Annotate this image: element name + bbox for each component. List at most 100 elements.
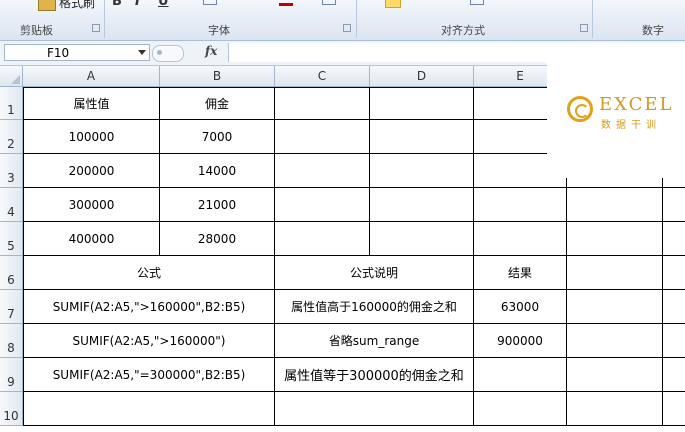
row-header-7[interactable]: 7 — [0, 290, 23, 324]
column-header-d[interactable]: D — [370, 66, 474, 87]
select-all-corner[interactable] — [0, 66, 23, 87]
chevron-down-icon[interactable] — [138, 50, 146, 55]
group-separator — [356, 0, 357, 38]
font-launcher-icon[interactable] — [343, 24, 351, 32]
group-label-alignment: 对齐方式 — [441, 24, 485, 37]
format-painter-button[interactable]: 格式刷 — [38, 0, 95, 11]
cell-g9[interactable] — [663, 358, 685, 392]
cell-b2[interactable]: 7000 — [160, 120, 275, 154]
cell-e4[interactable] — [474, 188, 567, 222]
cell-d2[interactable] — [370, 120, 474, 154]
ribbon: 格式刷 B I U 剪贴板 字体 对齐方式 数字 — [0, 0, 685, 41]
cell-b4[interactable]: 21000 — [160, 188, 275, 222]
row-header-3[interactable]: 3 — [0, 154, 23, 188]
group-label-number: 数字 — [642, 24, 664, 37]
cell-c5[interactable] — [275, 222, 370, 256]
cell-g8[interactable] — [663, 324, 685, 358]
cell-c7-merged[interactable]: 属性值高于160000的佣金之和 — [275, 290, 474, 324]
row-header-1[interactable]: 1 — [0, 87, 23, 120]
cell-e8[interactable]: 900000 — [474, 324, 567, 358]
fill-color-icon[interactable] — [249, 0, 263, 5]
cell-f5[interactable] — [567, 222, 663, 256]
cell-f7[interactable] — [567, 290, 663, 324]
row-header-4[interactable]: 4 — [0, 188, 23, 222]
font-color-button[interactable] — [279, 0, 293, 6]
cell-d1[interactable] — [370, 87, 474, 120]
formula-bar-expand-handle[interactable] — [152, 45, 184, 62]
cell-a6-merged[interactable]: 公式 — [23, 256, 275, 290]
row-header-6[interactable]: 6 — [0, 256, 23, 290]
cell-a4[interactable]: 300000 — [23, 188, 160, 222]
cell-e6[interactable]: 结果 — [474, 256, 567, 290]
cell-a2[interactable]: 100000 — [23, 120, 160, 154]
cell-c9-merged[interactable]: 属性值等于300000的佣金之和 — [275, 358, 474, 392]
cell-a5[interactable]: 400000 — [23, 222, 160, 256]
cell-g5[interactable] — [663, 222, 685, 256]
cell-e7[interactable]: 63000 — [474, 290, 567, 324]
cell-b1[interactable]: 佣金 — [160, 87, 275, 120]
column-header-c[interactable]: C — [275, 66, 370, 87]
name-box[interactable]: F10 — [4, 44, 150, 61]
underline-button[interactable]: U — [158, 0, 169, 9]
excel-training-logo: EXCEL 数据干训 — [547, 58, 685, 178]
cell-a9-merged[interactable]: SUMIF(A2:A5,"=300000",B2:B5) — [23, 358, 275, 392]
format-painter-label: 格式刷 — [59, 0, 96, 10]
cell-d4[interactable] — [370, 188, 474, 222]
font-color-swatch — [279, 3, 293, 6]
cell-c3[interactable] — [275, 154, 370, 188]
row-header-8[interactable]: 8 — [0, 324, 23, 358]
cell-g6[interactable] — [663, 256, 685, 290]
cell-e5[interactable] — [474, 222, 567, 256]
group-separator — [592, 0, 593, 38]
cell-g4[interactable] — [663, 188, 685, 222]
group-label-font: 字体 — [208, 24, 230, 37]
logo-mark-icon — [567, 96, 593, 122]
cell-e9[interactable] — [474, 358, 567, 392]
cell-e10[interactable] — [474, 392, 567, 426]
column-header-b[interactable]: B — [160, 66, 275, 87]
align-center-button[interactable] — [385, 0, 401, 8]
cell-c2[interactable] — [275, 120, 370, 154]
cell-a7-merged[interactable]: SUMIF(A2:A5,">160000",B2:B5) — [23, 290, 275, 324]
clipboard-launcher-icon[interactable] — [92, 24, 100, 32]
cell-c4[interactable] — [275, 188, 370, 222]
cell-d3[interactable] — [370, 154, 474, 188]
cell-b3[interactable]: 14000 — [160, 154, 275, 188]
bold-button[interactable]: B — [112, 0, 122, 9]
cell-a3[interactable]: 200000 — [23, 154, 160, 188]
cell-f6[interactable] — [567, 256, 663, 290]
row-header-2[interactable]: 2 — [0, 120, 23, 154]
cell-f4[interactable] — [567, 188, 663, 222]
group-separator — [104, 0, 105, 38]
dot-icon — [157, 50, 162, 55]
column-header-a[interactable]: A — [23, 66, 160, 87]
cell-c10-merged[interactable] — [275, 392, 474, 426]
logo-subtitle: 数据干训 — [601, 120, 661, 131]
name-box-value: F10 — [47, 46, 70, 60]
cell-c1[interactable] — [275, 87, 370, 120]
row-header-9[interactable]: 9 — [0, 358, 23, 392]
cell-f8[interactable] — [567, 324, 663, 358]
cell-f10[interactable] — [567, 392, 663, 426]
cell-a1[interactable]: 属性值 — [23, 87, 160, 120]
italic-button[interactable]: I — [135, 0, 140, 9]
cell-g7[interactable] — [663, 290, 685, 324]
alignment-launcher-icon[interactable] — [580, 24, 588, 32]
cell-a10-merged[interactable] — [23, 392, 275, 426]
border-icon[interactable] — [203, 0, 217, 5]
cell-f9[interactable] — [567, 358, 663, 392]
cell-c8-merged[interactable]: 省略sum_range — [275, 324, 474, 358]
logo-name: EXCEL — [599, 94, 674, 115]
cell-b5[interactable]: 28000 — [160, 222, 275, 256]
cell-c6-merged[interactable]: 公式说明 — [275, 256, 474, 290]
text-direction-icon[interactable] — [322, 0, 336, 5]
insert-function-button[interactable]: fx — [205, 44, 217, 58]
group-label-clipboard: 剪贴板 — [20, 24, 53, 37]
cell-g10[interactable] — [663, 392, 685, 426]
row-header-10[interactable]: 10 — [0, 392, 23, 426]
paintbrush-icon — [38, 0, 56, 11]
indent-icon[interactable] — [470, 0, 484, 5]
row-header-5[interactable]: 5 — [0, 222, 23, 256]
cell-a8-merged[interactable]: SUMIF(A2:A5,">160000") — [23, 324, 275, 358]
cell-d5[interactable] — [370, 222, 474, 256]
